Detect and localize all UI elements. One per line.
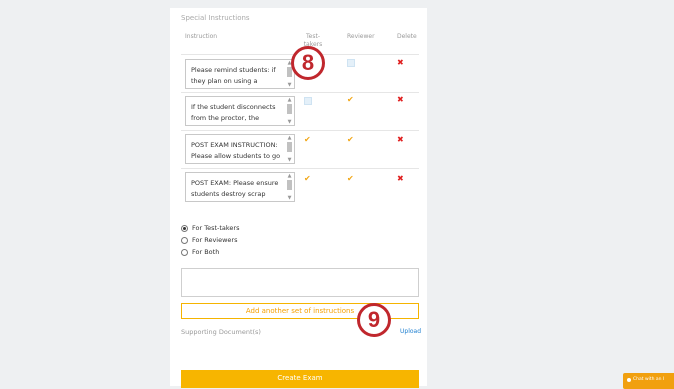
radio-icon[interactable] [181,236,188,244]
radio-for-reviewers[interactable]: For Reviewers [181,236,237,244]
chat-icon [627,378,631,382]
test-takers-check-icon[interactable]: ✔ [304,175,311,183]
radio-for-test-takers[interactable]: For Test-takers [181,224,240,232]
chat-label: Chat with an I [633,377,665,382]
reviewer-check-icon[interactable]: ✔ [347,96,354,104]
annotation-badge-8: 8 [291,46,325,80]
radio-label: For Reviewers [192,236,238,244]
radio-icon[interactable] [181,248,188,256]
upload-link[interactable]: Upload [400,328,421,335]
instruction-text: POST EXAM: Please ensure students destro… [191,179,279,198]
instruction-text: POST EXAM INSTRUCTION: Please allow stud… [191,141,281,160]
delete-icon[interactable]: ✖ [397,59,404,67]
new-instruction-input[interactable] [181,268,419,297]
create-exam-button[interactable]: Create Exam [181,370,419,388]
textarea-scrollbar[interactable]: ▲ ▼ [286,174,293,201]
reviewer-checkbox[interactable] [347,59,355,67]
radio-selected-icon[interactable] [181,224,188,232]
instruction-textarea[interactable]: POST EXAM: Please ensure students destro… [185,172,295,202]
instruction-text: If the student disconnects from the proc… [191,103,276,122]
supporting-documents-label: Supporting Document(s) [181,328,261,336]
annotation-badge-9: 9 [357,303,391,337]
reviewer-check-icon[interactable]: ✔ [347,175,354,183]
delete-icon[interactable]: ✖ [397,96,404,104]
header-reviewer: Reviewer [347,33,375,40]
textarea-scrollbar[interactable]: ▲ ▼ [286,98,293,125]
chat-button[interactable]: Chat with an I [623,373,674,389]
delete-icon[interactable]: ✖ [397,175,404,183]
special-instructions-title: Special Instructions [181,14,250,22]
divider [181,92,419,93]
radio-label: For Test-takers [192,224,240,232]
instruction-textarea[interactable]: If the student disconnects from the proc… [185,96,295,126]
test-takers-checkbox[interactable] [304,97,312,105]
test-takers-check-icon[interactable]: ✔ [304,136,311,144]
textarea-scrollbar[interactable]: ▲ ▼ [286,136,293,163]
header-delete: Delete [397,33,417,40]
instruction-text: Please remind students: if they plan on … [191,66,276,85]
instruction-textarea[interactable]: POST EXAM INSTRUCTION: Please allow stud… [185,134,295,164]
page: Special Instructions Instruction Test-ta… [0,0,674,389]
radio-label: For Both [192,248,220,256]
radio-for-both[interactable]: For Both [181,248,219,256]
divider [181,130,419,131]
instruction-textarea[interactable]: Please remind students: if they plan on … [185,59,295,89]
reviewer-check-icon[interactable]: ✔ [347,136,354,144]
header-instruction: Instruction [185,33,218,40]
delete-icon[interactable]: ✖ [397,136,404,144]
divider [181,168,419,169]
